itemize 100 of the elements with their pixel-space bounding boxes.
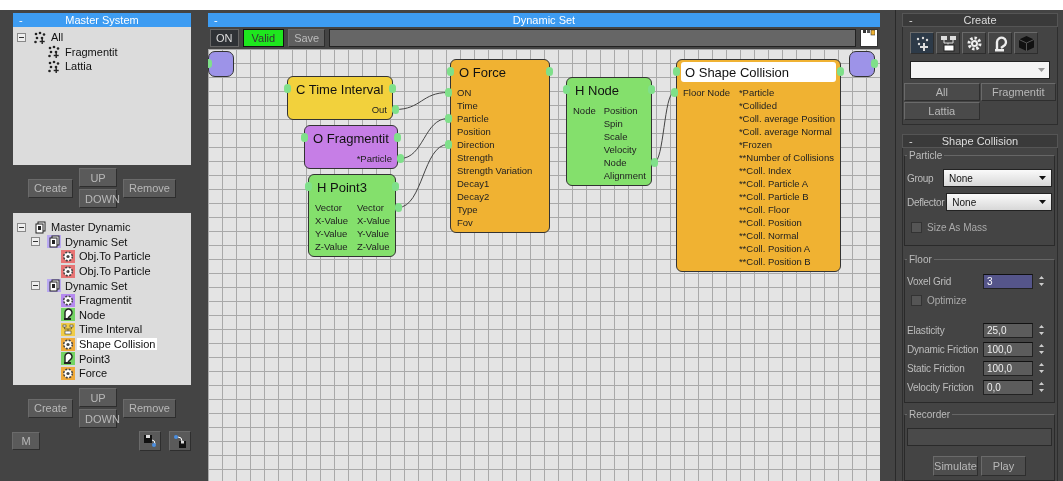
field-label: Dynamic Friction xyxy=(907,343,980,355)
down-button[interactable]: DOWN xyxy=(79,189,118,208)
group-title: Floor xyxy=(908,254,933,265)
port-label: Y-Value xyxy=(315,227,349,240)
dropdown[interactable]: None xyxy=(946,193,1052,211)
dropdown-value: None xyxy=(949,172,973,184)
checkbox-label: Optimize xyxy=(927,294,967,306)
port-label: Scale xyxy=(603,130,629,143)
field-label: Group xyxy=(907,172,935,184)
field-label: Elasticity xyxy=(907,324,946,336)
field-label: Deflector xyxy=(907,196,945,208)
tree-item[interactable]: Force xyxy=(77,367,110,380)
tree-item[interactable]: Point3 xyxy=(77,352,113,365)
port-label: Node xyxy=(573,104,596,117)
port-label: Node xyxy=(603,156,628,169)
graph-node[interactable]: C Time Interval Out xyxy=(287,76,393,120)
port-label: Type xyxy=(457,203,479,216)
node-title: C Time Interval xyxy=(295,80,385,99)
port-label: Alignment xyxy=(603,169,646,182)
port-label: Position xyxy=(457,125,492,138)
field-label: Velocity Friction xyxy=(907,381,975,393)
port-label: ON xyxy=(457,86,473,99)
dropdown-value: None xyxy=(952,196,977,208)
recorder-button[interactable]: Play xyxy=(981,456,1026,476)
remove-button[interactable]: Remove xyxy=(123,178,176,198)
filter-button[interactable]: All xyxy=(904,83,980,101)
tree-item[interactable]: Time Interval xyxy=(77,323,145,336)
status-indicator[interactable]: Valid xyxy=(242,29,285,47)
tree-item[interactable]: All xyxy=(49,31,66,44)
graph-node[interactable]: H Point3 Vector X-Value Y-Value Z-Value Vector X-Value Y-Value Z-Value xyxy=(308,174,396,257)
port-label: *Particle xyxy=(356,152,392,165)
port-label: Out xyxy=(371,103,387,116)
checkbox-label: Size As Mass xyxy=(927,221,988,233)
tree-item[interactable]: Obj.To Particle xyxy=(77,265,153,278)
port-label: *Collided xyxy=(738,99,778,112)
number-field[interactable]: 100,0 xyxy=(983,360,1033,376)
tree-item[interactable]: Fragmentit xyxy=(77,294,134,307)
port-label: **Coll. Floor xyxy=(738,203,791,216)
port-label: **Coll. Position xyxy=(738,216,803,229)
recorder-button[interactable]: Simulate xyxy=(933,456,978,476)
number-field[interactable]: 3 xyxy=(983,273,1033,289)
tree-item[interactable]: Dynamic Set xyxy=(63,279,130,292)
node-title: H Point3 xyxy=(316,178,368,197)
port-label: **Coll. Normal xyxy=(738,229,800,242)
port-label: **Number of Collisions xyxy=(738,151,835,164)
dropdown[interactable]: None xyxy=(943,169,1052,187)
tree-item[interactable]: Obj.To Particle xyxy=(77,250,153,263)
port-label: Z-Value xyxy=(356,240,390,253)
node-title: H Node xyxy=(574,81,621,100)
port-label: Strength Variation xyxy=(457,164,533,177)
tree-item[interactable]: Dynamic Set xyxy=(63,235,130,248)
port-label: *Particle xyxy=(738,86,776,99)
collapse-toggle[interactable]: - xyxy=(909,14,929,26)
remove-button[interactable]: Remove xyxy=(123,398,176,418)
graph-node[interactable]: O Force ON Time Particle Position Direction Strength Strength Variation Decay1 Decay2 Type Fov xyxy=(450,59,550,233)
port-label: *Coll. average Normal xyxy=(738,125,833,138)
graph-node[interactable]: H Node Node Position Spin Scale Velocity Node Alignment xyxy=(566,77,652,186)
port-label: Time xyxy=(457,99,479,112)
port-label: *Coll. average Position xyxy=(738,112,835,125)
filter-button[interactable]: Fragmentit xyxy=(980,83,1056,101)
port-label: **Coll. Position B xyxy=(738,255,812,268)
number-field[interactable]: 25,0 xyxy=(983,322,1033,338)
port-label: Fov xyxy=(457,216,474,229)
number-field[interactable]: 0,0 xyxy=(983,379,1033,395)
port-label: Position xyxy=(603,104,639,117)
up-button[interactable]: UP xyxy=(79,388,118,407)
down-button[interactable]: DOWN xyxy=(79,409,118,428)
port-label: Particle xyxy=(457,112,490,125)
port-label: **Coll. Particle A xyxy=(738,177,810,190)
up-button[interactable]: UP xyxy=(79,168,118,187)
tree-item[interactable]: Shape Collision xyxy=(77,338,158,351)
port-label: Vector xyxy=(315,201,343,214)
group-title: Recorder xyxy=(908,409,952,420)
field-label: Voxel Grid xyxy=(907,275,953,287)
field-label: Static Friction xyxy=(907,362,966,374)
tree-item[interactable]: Master Dynamic xyxy=(49,221,133,234)
number-field[interactable]: 100,0 xyxy=(983,341,1033,357)
filter-button[interactable]: Lattia xyxy=(904,102,980,120)
port-label: Floor Node xyxy=(683,86,730,99)
tree-item[interactable]: Node xyxy=(77,308,108,321)
create-button[interactable]: Create xyxy=(28,178,74,198)
port-label: Spin xyxy=(603,117,624,130)
node-title: O Force xyxy=(458,63,507,82)
node-title: O Shape Collision xyxy=(681,62,836,82)
port-label: X-Value xyxy=(315,214,349,227)
tree-item[interactable]: Fragmentit xyxy=(63,45,120,58)
port-label: **Coll. Particle B xyxy=(738,190,810,203)
group-title: Particle xyxy=(908,150,944,161)
panel-title: Dynamic Set xyxy=(511,14,577,26)
m-button[interactable]: M xyxy=(12,432,40,450)
on-toggle[interactable]: ON xyxy=(210,29,239,47)
create-button[interactable]: Create xyxy=(28,398,74,418)
port-label: Velocity xyxy=(603,143,638,156)
collapse-toggle[interactable]: - xyxy=(909,135,929,147)
tree-item[interactable]: Lattia xyxy=(63,60,94,73)
graph-node[interactable]: O Fragmentit *Particle xyxy=(304,125,398,169)
port-label: Z-Value xyxy=(315,240,349,253)
port-label: Direction xyxy=(457,138,496,151)
port-label: *Frozen xyxy=(738,138,774,151)
panel-title: Master System xyxy=(64,14,140,26)
